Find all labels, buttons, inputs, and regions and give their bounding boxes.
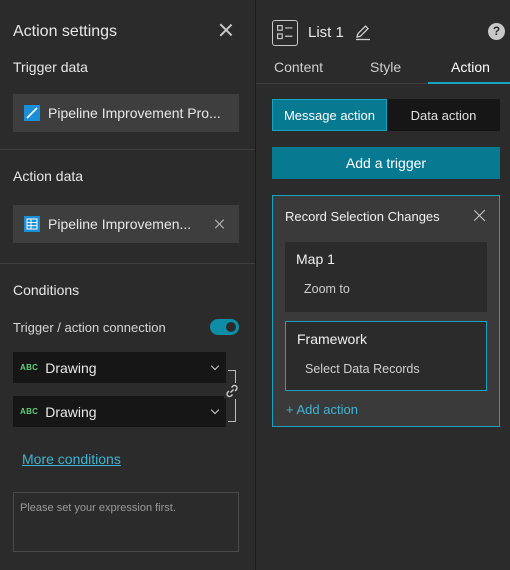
widget-title: List 1 [308,24,344,41]
action-settings-panel: Action settings Trigger data Pipeline Im… [0,0,255,570]
message-action-button[interactable]: Message action [272,99,387,131]
trigger-card: Record Selection Changes Map 1 Zoom to F… [272,195,500,427]
pencil-icon[interactable] [354,23,372,41]
trigger-field-value: Drawing [45,359,97,376]
action-target-name: Framework [297,331,368,347]
string-type-icon: ABC [20,363,39,372]
action-target-name: Map 1 [296,251,335,267]
feature-layer-icon [24,105,40,121]
action-data-label: Action data [13,168,84,184]
action-type-segmented-control: Message action Data action [272,99,500,131]
trigger-action-connection-toggle[interactable] [210,319,239,335]
trigger-data-label: Trigger data [13,59,88,75]
trigger-data-source-name: Pipeline Improvement Pro... [48,105,221,121]
settings-tabs: Content Style Action [256,56,510,84]
action-item[interactable]: Framework Select Data Records [285,321,487,391]
tab-content[interactable]: Content [274,59,323,75]
action-field-select[interactable]: ABC Drawing [13,396,226,427]
help-icon[interactable]: ? [488,23,505,40]
widget-settings-panel: List 1 ? Content Style Action Message ac… [256,0,510,570]
remove-source-icon[interactable] [215,219,225,229]
tab-action[interactable]: Action [451,59,490,75]
conditions-label: Conditions [13,282,80,298]
close-icon[interactable] [473,209,487,223]
action-type: Zoom to [304,282,350,296]
list-widget-icon [272,20,298,46]
action-data-source[interactable]: Pipeline Improvemen... [13,205,239,243]
active-tab-indicator [428,82,510,84]
close-icon[interactable] [216,20,236,40]
section-divider [0,263,255,264]
string-type-icon: ABC [20,407,39,416]
data-action-button[interactable]: Data action [387,99,500,131]
table-icon [24,216,40,232]
trigger-action-connection-label: Trigger / action connection [13,320,166,335]
action-item[interactable]: Map 1 Zoom to [285,242,487,312]
action-data-source-name: Pipeline Improvemen... [48,216,192,232]
trigger-data-source[interactable]: Pipeline Improvement Pro... [13,94,239,132]
action-type: Select Data Records [305,362,420,376]
link-icon[interactable] [224,383,240,399]
add-action-link[interactable]: + Add action [286,402,358,417]
tab-style[interactable]: Style [370,59,401,75]
expression-input[interactable]: Please set your expression first. [13,492,239,552]
trigger-field-select[interactable]: ABC Drawing [13,352,226,383]
section-divider [0,149,255,150]
chevron-down-icon [210,361,220,371]
trigger-card-title: Record Selection Changes [285,209,440,224]
action-field-value: Drawing [45,403,97,420]
add-trigger-button[interactable]: Add a trigger [272,147,500,179]
panel-title: Action settings [13,23,118,40]
more-conditions-link[interactable]: More conditions [22,451,121,467]
chevron-down-icon [210,405,220,415]
